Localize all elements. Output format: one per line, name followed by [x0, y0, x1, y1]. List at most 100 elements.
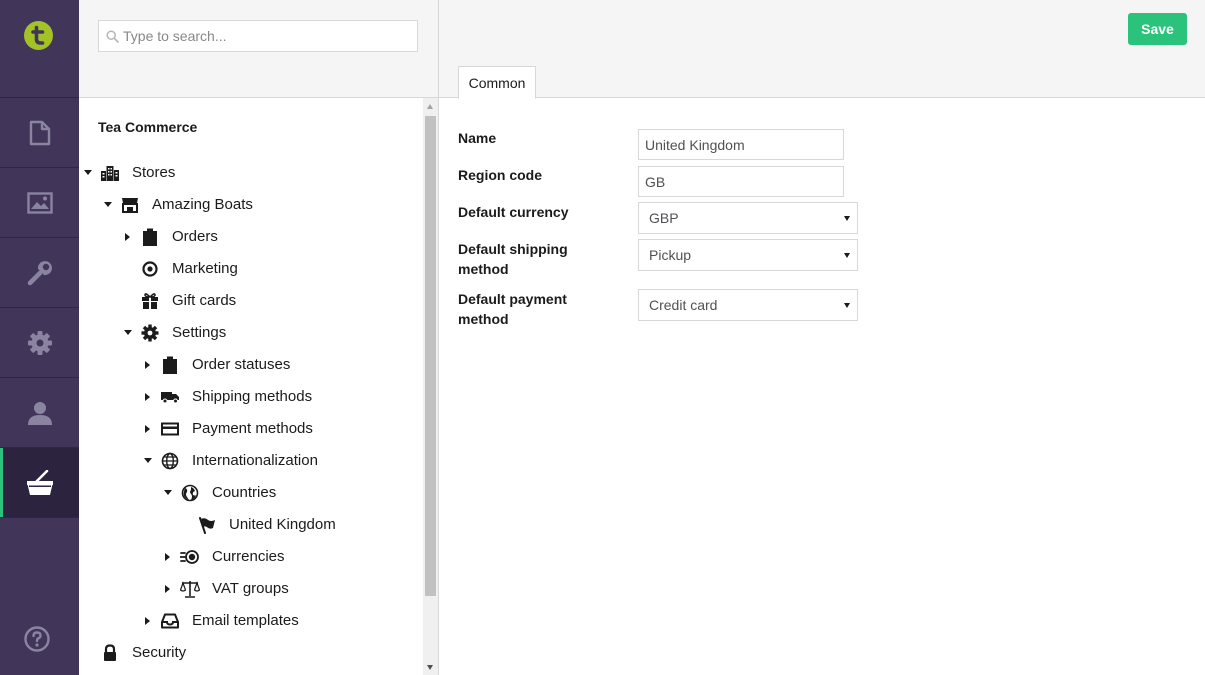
select-value: GBP — [649, 210, 679, 226]
tree-node-internationalization[interactable]: Internationalization — [143, 449, 318, 473]
section-members[interactable] — [0, 378, 79, 448]
default-shipping-method-label: Default shipping method — [458, 239, 608, 279]
tab-common[interactable]: Common — [458, 66, 536, 99]
coins-icon — [180, 547, 200, 567]
tree-node-shipping-methods[interactable]: Shipping methods — [143, 385, 312, 409]
caret-right-icon[interactable] — [143, 417, 153, 441]
caret-right-icon[interactable] — [143, 385, 153, 409]
tree-node-label: Currencies — [212, 548, 285, 565]
caret-right-icon[interactable] — [143, 609, 153, 633]
select-value: Pickup — [649, 247, 692, 263]
image-icon — [26, 192, 53, 214]
tree-node-label: Payment methods — [192, 420, 313, 437]
gear-icon — [140, 323, 160, 343]
default-shipping-method-select[interactable]: Pickup — [638, 239, 858, 271]
dropdown-arrow-icon — [844, 253, 850, 258]
search-input[interactable] — [123, 21, 413, 51]
caret-right-icon[interactable] — [163, 577, 173, 601]
section-settings[interactable] — [0, 308, 79, 378]
tree: Tea Commerce Stores Amazing Boats Orders — [79, 98, 423, 675]
tree-node-label: Email templates — [192, 612, 299, 629]
label-line: method — [458, 261, 509, 277]
appbar-divider — [0, 517, 79, 518]
tree-node-security[interactable]: Security — [100, 641, 186, 665]
target-icon — [140, 259, 160, 279]
caret-right-icon[interactable] — [143, 353, 153, 377]
tea-commerce-logo-icon[interactable] — [24, 21, 53, 50]
inbox-icon — [160, 611, 180, 631]
default-payment-method-label: Default payment method — [458, 289, 608, 329]
label-line: method — [458, 311, 509, 327]
default-payment-method-select[interactable]: Credit card — [638, 289, 858, 321]
lock-icon — [100, 643, 120, 663]
basket-icon — [26, 470, 53, 495]
tree-node-united-kingdom[interactable]: United Kingdom — [197, 513, 336, 537]
scales-icon — [180, 579, 200, 599]
save-button[interactable]: Save — [1128, 13, 1187, 45]
flag-icon — [197, 515, 217, 535]
tree-node-vat-groups[interactable]: VAT groups — [163, 577, 289, 601]
document-icon — [29, 120, 50, 146]
section-media[interactable] — [0, 168, 79, 238]
tree-node-order-statuses[interactable]: Order statuses — [143, 353, 290, 377]
tree-node-label: VAT groups — [212, 580, 289, 597]
wrench-icon — [27, 261, 52, 286]
tree-node-orders[interactable]: Orders — [123, 225, 218, 249]
gear-icon — [27, 331, 52, 355]
label-line: Default payment — [458, 291, 567, 307]
clipboard-icon — [160, 355, 180, 375]
scroll-down-arrow-icon[interactable] — [427, 665, 433, 670]
tree-node-currencies[interactable]: Currencies — [163, 545, 285, 569]
tree-node-marketing[interactable]: Marketing — [140, 257, 238, 281]
globe-icon — [160, 451, 180, 471]
tree-node-countries[interactable]: Countries — [163, 481, 276, 505]
default-currency-select[interactable]: GBP — [638, 202, 858, 234]
select-value: Credit card — [649, 297, 718, 313]
caret-down-icon[interactable] — [143, 449, 153, 473]
gift-icon — [140, 291, 160, 311]
tree-header — [79, 0, 438, 98]
default-currency-label: Default currency — [458, 204, 569, 220]
help-icon[interactable] — [24, 626, 50, 652]
tree-node-label: Security — [132, 644, 187, 661]
dropdown-arrow-icon — [844, 216, 850, 221]
caret-down-icon[interactable] — [103, 193, 113, 217]
credit-card-icon — [160, 419, 180, 439]
section-developer[interactable] — [0, 238, 79, 308]
scroll-up-arrow-icon[interactable] — [427, 104, 433, 109]
dropdown-arrow-icon — [844, 303, 850, 308]
caret-down-icon[interactable] — [163, 481, 173, 505]
app-sidebar — [0, 0, 79, 675]
caret-right-icon[interactable] — [163, 545, 173, 569]
region-code-input[interactable] — [638, 166, 844, 197]
tree-node-stores[interactable]: Stores — [83, 161, 175, 185]
earth-icon — [180, 483, 200, 503]
scrollbar-thumb[interactable] — [425, 116, 436, 596]
region-code-label: Region code — [458, 167, 543, 183]
caret-right-icon[interactable] — [123, 225, 133, 249]
clipboard-icon — [140, 227, 160, 247]
tree-node-payment-methods[interactable]: Payment methods — [143, 417, 313, 441]
name-input[interactable] — [638, 129, 844, 160]
store-icon — [120, 195, 140, 215]
tree-node-label: Internationalization — [192, 452, 318, 469]
search-box[interactable] — [98, 20, 418, 52]
editor-header: Save Common — [439, 0, 1205, 99]
tree-node-label: Amazing Boats — [152, 196, 253, 213]
tree-node-label: United Kingdom — [229, 516, 336, 533]
caret-down-icon[interactable] — [123, 321, 133, 345]
tree-node-label: Orders — [172, 228, 218, 245]
caret-down-icon[interactable] — [83, 161, 93, 185]
tree-node-label: Order statuses — [192, 356, 291, 373]
tree-node-amazing-boats[interactable]: Amazing Boats — [103, 193, 253, 217]
tree-node-label: Countries — [212, 484, 277, 501]
tree-node-gift-cards[interactable]: Gift cards — [140, 289, 236, 313]
tree-node-label: Shipping methods — [192, 388, 313, 405]
section-content[interactable] — [0, 98, 79, 168]
tree-node-email-templates[interactable]: Email templates — [143, 609, 299, 633]
tree-node-label: Marketing — [172, 260, 238, 277]
tree-node-settings[interactable]: Settings — [123, 321, 226, 345]
tree-title: Tea Commerce — [98, 119, 198, 135]
section-tea-commerce[interactable] — [0, 448, 79, 518]
tree-scrollbar[interactable] — [423, 98, 438, 675]
